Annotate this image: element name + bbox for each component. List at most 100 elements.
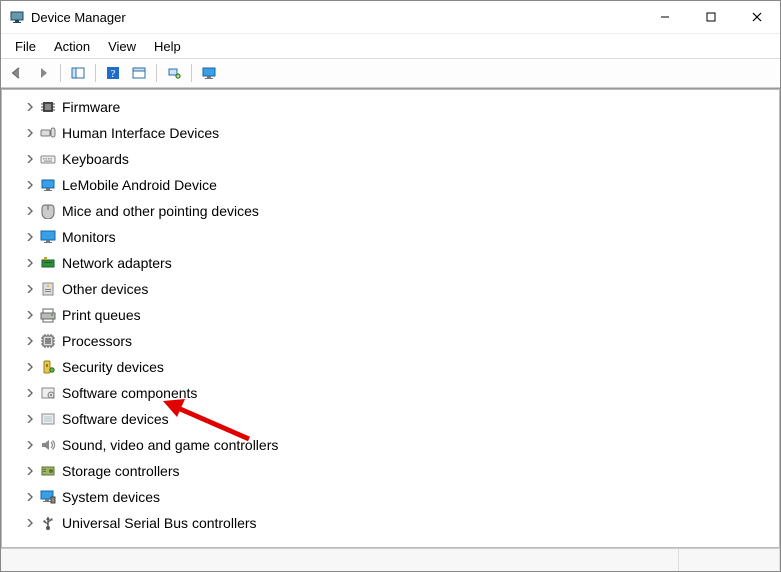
- close-button[interactable]: [734, 1, 780, 33]
- svg-text:?: ?: [111, 68, 116, 80]
- toolbar: ?: [1, 58, 780, 88]
- tree-item-label: Storage controllers: [62, 463, 180, 479]
- chevron-right-icon[interactable]: [24, 439, 36, 451]
- content-area: Firmware Human Interface Devices Keyboards…: [1, 88, 780, 548]
- hid-icon: [40, 125, 56, 141]
- tree-item-swdevices[interactable]: Software devices: [18, 406, 779, 432]
- menu-action[interactable]: Action: [46, 37, 98, 56]
- tree-item-label: Other devices: [62, 281, 148, 297]
- firmware-icon: [40, 99, 56, 115]
- toolbar-separator: [191, 64, 192, 82]
- tree-item-firmware[interactable]: Firmware: [18, 94, 779, 120]
- toolbar-help-button[interactable]: ?: [101, 61, 125, 85]
- maximize-button[interactable]: [688, 1, 734, 33]
- tree-item-label: Monitors: [62, 229, 116, 245]
- swdevices-icon: [40, 411, 56, 427]
- tree-item-mice[interactable]: Mice and other pointing devices: [18, 198, 779, 224]
- tree-item-sound[interactable]: Sound, video and game controllers: [18, 432, 779, 458]
- toolbar-forward-button[interactable]: [31, 61, 55, 85]
- tree-item-label: Human Interface Devices: [62, 125, 219, 141]
- toolbar-scan-hardware-button[interactable]: [162, 61, 186, 85]
- minimize-button[interactable]: [642, 1, 688, 33]
- window-controls: [642, 1, 780, 33]
- chevron-right-icon[interactable]: [24, 153, 36, 165]
- tree-item-label: Print queues: [62, 307, 141, 323]
- menu-view[interactable]: View: [100, 37, 144, 56]
- chevron-right-icon[interactable]: [24, 257, 36, 269]
- menubar: File Action View Help: [1, 34, 780, 58]
- toolbar-separator: [60, 64, 61, 82]
- tree-item-label: Firmware: [62, 99, 120, 115]
- swcomponents-icon: [40, 385, 56, 401]
- menu-help[interactable]: Help: [146, 37, 189, 56]
- device-tree-pane[interactable]: Firmware Human Interface Devices Keyboards…: [1, 89, 780, 548]
- chevron-right-icon[interactable]: [24, 179, 36, 191]
- toolbar-monitor-button[interactable]: [197, 61, 221, 85]
- usb-icon: [40, 515, 56, 531]
- tree-item-keyboards[interactable]: Keyboards: [18, 146, 779, 172]
- toolbar-separator: [156, 64, 157, 82]
- tree-item-label: Keyboards: [62, 151, 129, 167]
- tree-item-label: Mice and other pointing devices: [62, 203, 259, 219]
- tree-item-label: Software components: [62, 385, 197, 401]
- tree-item-processors[interactable]: Processors: [18, 328, 779, 354]
- other-icon: [40, 281, 56, 297]
- tree-item-label: System devices: [62, 489, 160, 505]
- printqueues-icon: [40, 307, 56, 323]
- lemobile-icon: [40, 177, 56, 193]
- tree-item-label: Processors: [62, 333, 132, 349]
- system-icon: [40, 489, 56, 505]
- network-icon: [40, 255, 56, 271]
- statusbar-main: [1, 549, 679, 571]
- chevron-right-icon[interactable]: [24, 465, 36, 477]
- menu-file[interactable]: File: [7, 37, 44, 56]
- tree-item-hid[interactable]: Human Interface Devices: [18, 120, 779, 146]
- toolbar-show-hide-tree-button[interactable]: [66, 61, 90, 85]
- security-icon: [40, 359, 56, 375]
- chevron-right-icon[interactable]: [24, 335, 36, 347]
- tree-item-network[interactable]: Network adapters: [18, 250, 779, 276]
- tree-item-storage[interactable]: Storage controllers: [18, 458, 779, 484]
- monitors-icon: [40, 229, 56, 245]
- chevron-right-icon[interactable]: [24, 491, 36, 503]
- storage-icon: [40, 463, 56, 479]
- chevron-right-icon[interactable]: [24, 127, 36, 139]
- toolbar-properties-button[interactable]: [127, 61, 151, 85]
- tree-item-usb[interactable]: Universal Serial Bus controllers: [18, 510, 779, 536]
- statusbar: [1, 548, 780, 571]
- tree-item-system[interactable]: System devices: [18, 484, 779, 510]
- tree-item-lemobile[interactable]: LeMobile Android Device: [18, 172, 779, 198]
- chevron-right-icon[interactable]: [24, 283, 36, 295]
- tree-item-other[interactable]: Other devices: [18, 276, 779, 302]
- chevron-right-icon[interactable]: [24, 309, 36, 321]
- statusbar-right: [679, 549, 780, 571]
- chevron-right-icon[interactable]: [24, 361, 36, 373]
- toolbar-back-button[interactable]: [5, 61, 29, 85]
- tree-item-label: Software devices: [62, 411, 169, 427]
- tree-item-label: Network adapters: [62, 255, 172, 271]
- titlebar: Device Manager: [1, 1, 780, 34]
- chevron-right-icon[interactable]: [24, 231, 36, 243]
- tree-item-label: Sound, video and game controllers: [62, 437, 278, 453]
- chevron-right-icon[interactable]: [24, 387, 36, 399]
- tree-item-label: Security devices: [62, 359, 164, 375]
- toolbar-separator: [95, 64, 96, 82]
- sound-icon: [40, 437, 56, 453]
- tree-item-label: LeMobile Android Device: [62, 177, 217, 193]
- device-manager-window: Device Manager File Action View Help: [0, 0, 781, 572]
- tree-item-monitors[interactable]: Monitors: [18, 224, 779, 250]
- window-title: Device Manager: [31, 10, 126, 25]
- app-icon: [9, 9, 25, 25]
- device-tree: Firmware Human Interface Devices Keyboards…: [2, 90, 779, 540]
- keyboards-icon: [40, 151, 56, 167]
- chevron-right-icon[interactable]: [24, 205, 36, 217]
- tree-item-swcomponents[interactable]: Software components: [18, 380, 779, 406]
- tree-item-printqueues[interactable]: Print queues: [18, 302, 779, 328]
- chevron-right-icon[interactable]: [24, 101, 36, 113]
- processors-icon: [40, 333, 56, 349]
- tree-item-security[interactable]: Security devices: [18, 354, 779, 380]
- tree-item-label: Universal Serial Bus controllers: [62, 515, 257, 531]
- mice-icon: [40, 203, 56, 219]
- chevron-right-icon[interactable]: [24, 413, 36, 425]
- chevron-right-icon[interactable]: [24, 517, 36, 529]
